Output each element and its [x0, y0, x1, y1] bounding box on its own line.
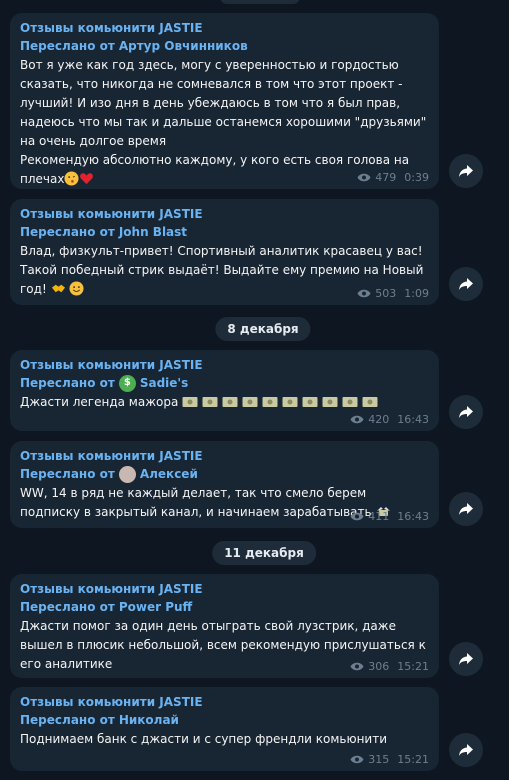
share-arrow-icon [459, 653, 473, 665]
kiss-emoji [64, 171, 79, 192]
forwarded-from[interactable]: Переслано от Николай [20, 711, 429, 729]
message-bubble[interactable]: Отзывы комьюнити JASTIE Переслано от Pow… [10, 574, 439, 678]
share-arrow-icon [459, 278, 473, 290]
share-arrow-icon [459, 744, 473, 756]
forwarded-label: Переслано от [20, 376, 115, 390]
message-bubble[interactable]: Отзывы комьюнити JASTIE Переслано от Joh… [10, 199, 439, 305]
channel-name[interactable]: Отзывы комьюнити JASTIE [20, 447, 429, 465]
share-button[interactable] [449, 733, 483, 767]
message-meta: 503 1:09 [357, 287, 429, 300]
channel-name[interactable]: Отзывы комьюнити JASTIE [20, 19, 429, 37]
money-bill-emoji [202, 397, 218, 407]
date-separator-top [220, 0, 300, 4]
message-time: 16:43 [397, 510, 429, 523]
forwarded-from[interactable]: Переслано от Артур Овчинников [20, 37, 429, 55]
message-meta: 411 16:43 [350, 510, 429, 523]
eye-icon [350, 512, 364, 521]
message-time: 15:21 [397, 660, 429, 673]
message-text: Поднимаем банк с джасти и с супер френдл… [20, 732, 388, 746]
forwarded-author[interactable]: Sadie's [140, 374, 188, 392]
view-count: 479 [375, 171, 397, 184]
view-count: 315 [368, 753, 390, 766]
forwarded-from[interactable]: Переслано от $ Sadie's [20, 374, 429, 392]
view-count: 420 [368, 413, 390, 426]
avatar: $ [118, 374, 136, 392]
money-bill-emoji [282, 397, 298, 407]
forwarded-from[interactable]: Переслано от John Blast [20, 223, 429, 241]
date-separator: 8 декабря [215, 317, 311, 341]
message-time: 16:43 [397, 413, 429, 426]
forwarded-author[interactable]: Алексей [140, 465, 198, 483]
message-text-content: Джасти легенда мажора [20, 395, 179, 409]
forwarded-author[interactable]: John Blast [119, 223, 187, 241]
forwarded-from[interactable]: Переслано от Алексей [20, 465, 429, 483]
forwarded-author[interactable]: Power Puff [119, 598, 192, 616]
heart-emoji [79, 171, 94, 192]
message-bubble[interactable]: Отзывы комьюнити JASTIE Переслано от Ник… [10, 687, 439, 771]
view-count: 411 [368, 510, 390, 523]
message-text-content: Вот я уже как год здесь, могу с уверенно… [20, 58, 427, 186]
channel-name[interactable]: Отзывы комьюнити JASTIE [20, 205, 429, 223]
message-meta: 420 16:43 [350, 413, 429, 426]
share-arrow-icon [459, 503, 473, 515]
share-button[interactable] [449, 395, 483, 429]
message-time: 1:09 [404, 287, 429, 300]
message-bubble[interactable]: Отзывы комьюнити JASTIE Переслано от Але… [10, 441, 439, 528]
channel-name[interactable]: Отзывы комьюнити JASTIE [20, 693, 429, 711]
money-bill-emoji [302, 397, 318, 407]
money-bill-emoji [362, 397, 378, 407]
share-button[interactable] [449, 154, 483, 188]
forwarded-author[interactable]: Николай [119, 711, 179, 729]
handshake-emoji [51, 281, 66, 302]
message-meta: 479 0:39 [357, 171, 429, 184]
message-time: 15:21 [397, 753, 429, 766]
forwarded-label: Переслано от [20, 713, 115, 727]
forwarded-author[interactable]: Артур Овчинников [119, 37, 248, 55]
forwarded-label: Переслано от [20, 600, 115, 614]
channel-name[interactable]: Отзывы комьюнити JASTIE [20, 580, 429, 598]
message-meta: 315 15:21 [350, 753, 429, 766]
share-button[interactable] [449, 492, 483, 526]
share-button[interactable] [449, 642, 483, 676]
smile-emoji [69, 281, 84, 302]
money-bill-emoji [342, 397, 358, 407]
avatar [118, 465, 136, 483]
money-bill-emoji [262, 397, 278, 407]
money-emoji-row [182, 395, 382, 409]
forwarded-label: Переслано от [20, 467, 115, 481]
forwarded-from[interactable]: Переслано от Power Puff [20, 598, 429, 616]
share-arrow-icon [459, 165, 473, 177]
eye-icon [350, 415, 364, 424]
money-bill-emoji [182, 397, 198, 407]
message-time: 0:39 [404, 171, 429, 184]
money-bill-emoji [322, 397, 338, 407]
view-count: 503 [375, 287, 397, 300]
view-count: 306 [368, 660, 390, 673]
eye-icon [350, 662, 364, 671]
money-bill-emoji [242, 397, 258, 407]
message-bubble[interactable]: Отзывы комьюнити JASTIE Переслано от $ S… [10, 350, 439, 431]
forwarded-label: Переслано от [20, 39, 115, 53]
date-separator: 11 декабря [212, 541, 316, 565]
share-button[interactable] [449, 267, 483, 301]
eye-icon [357, 173, 371, 182]
share-arrow-icon [459, 406, 473, 418]
message-bubble[interactable]: Отзывы комьюнити JASTIE Переслано от Арт… [10, 13, 439, 189]
money-bill-emoji [222, 397, 238, 407]
eye-icon [350, 755, 364, 764]
forwarded-label: Переслано от [20, 225, 115, 239]
eye-icon [357, 289, 371, 298]
message-text-content: WW, 14 в ряд не каждый делает, так что с… [20, 486, 372, 519]
message-text: Джасти легенда мажора [20, 393, 429, 412]
message-meta: 306 15:21 [350, 660, 429, 673]
channel-name[interactable]: Отзывы комьюнити JASTIE [20, 356, 429, 374]
